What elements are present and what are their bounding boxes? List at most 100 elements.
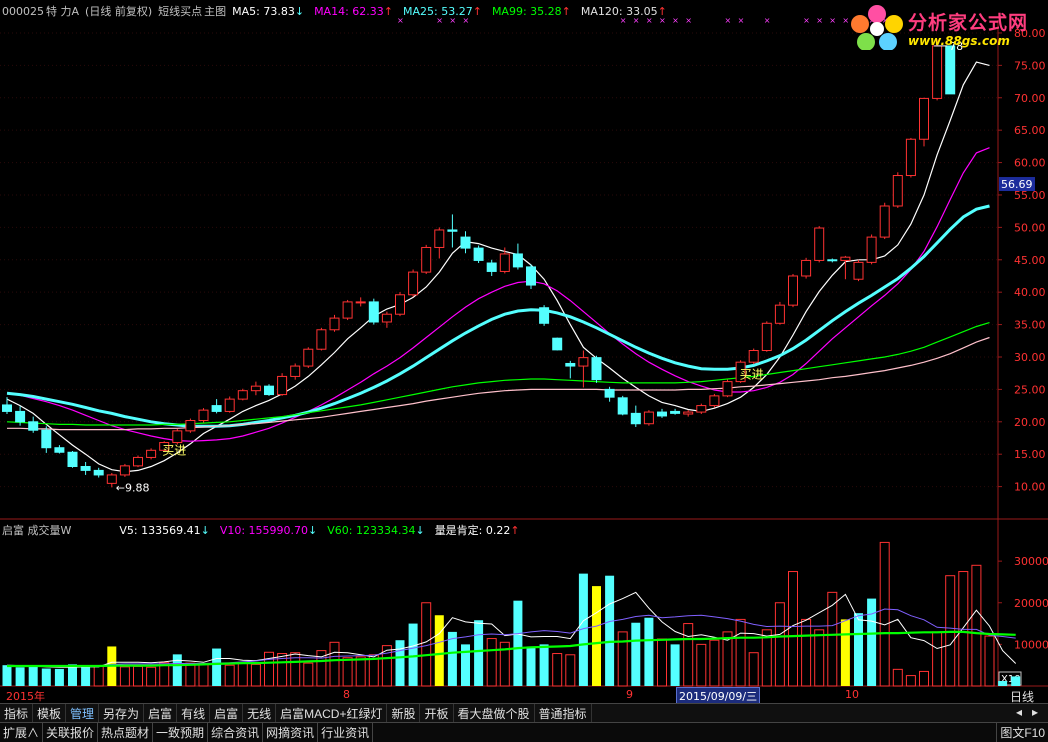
volume-bar <box>342 657 353 687</box>
volume-bar <box>41 668 51 686</box>
info-tab[interactable]: 综合资讯 <box>208 723 264 742</box>
price-tick-label: 30.00 <box>1014 351 1046 364</box>
info-tab[interactable]: 热点题材 <box>98 723 154 742</box>
volume-bar <box>552 653 563 687</box>
candle <box>264 384 274 396</box>
candle <box>866 234 877 265</box>
candle <box>80 461 91 475</box>
volume-bar <box>81 666 91 686</box>
volume-bar <box>892 668 903 687</box>
logo-title: 分析家公式网 <box>908 12 1029 34</box>
candle <box>919 97 929 147</box>
candle <box>473 245 484 264</box>
candle-body <box>172 430 183 444</box>
volume-bar <box>146 666 157 687</box>
info-tab[interactable]: 扩展∧ <box>0 723 44 742</box>
signal-marker: × <box>738 16 745 25</box>
volume-bar <box>250 663 261 687</box>
candle <box>41 426 52 453</box>
candle-body <box>657 411 667 417</box>
candle-body <box>919 97 929 140</box>
candle-body <box>460 236 471 249</box>
candle <box>657 408 667 418</box>
toolbar-item[interactable]: 指标 <box>0 704 34 723</box>
price-tick-label: 45.00 <box>1014 254 1046 267</box>
candle-body <box>814 227 825 261</box>
f10-button[interactable]: 图文F10 <box>996 723 1048 742</box>
toolbar-item[interactable]: 启富MACD+红绿灯 <box>276 704 388 723</box>
candle-body <box>67 451 78 468</box>
info-tab[interactable]: 网摘资讯 <box>263 723 319 742</box>
candle-body <box>879 205 890 238</box>
volume-bar <box>28 666 38 686</box>
info-tab[interactable]: 关联报价 <box>43 723 99 742</box>
signal-marker: × <box>672 16 679 25</box>
candle <box>93 467 104 478</box>
candle <box>316 327 327 351</box>
volume-bar <box>801 618 812 687</box>
toolbar-item[interactable]: 启富 <box>210 704 244 723</box>
candle-body <box>250 385 261 392</box>
info-tab[interactable]: 一致预期 <box>153 723 209 742</box>
price-tick-label: 10.00 <box>1014 481 1046 494</box>
toolbar-item[interactable]: 无线 <box>243 704 277 723</box>
volume-tick-label: 20000 <box>1014 597 1048 610</box>
price-tick-label: 25.00 <box>1014 383 1046 396</box>
price-tick-label: 15.00 <box>1014 448 1046 461</box>
stock-chart[interactable]: 80.0075.0070.0065.0060.0055.0050.0045.00… <box>0 0 1048 741</box>
candle-body <box>264 385 274 396</box>
candle <box>368 298 379 325</box>
candle-body <box>526 266 536 286</box>
toolbar-item[interactable]: 开板 <box>420 704 454 723</box>
volume-bar <box>303 662 314 687</box>
candle-body <box>421 246 432 273</box>
volume-bar <box>526 646 536 686</box>
stock-name: 特 力A <box>46 5 80 18</box>
candle-body <box>133 456 143 467</box>
candle <box>224 396 235 413</box>
toolbar-item[interactable]: 新股 <box>387 704 421 723</box>
volume-bar <box>827 591 838 687</box>
candle <box>237 388 248 401</box>
candle <box>460 231 471 254</box>
candle <box>408 269 419 297</box>
candle-body <box>329 317 340 331</box>
candle <box>683 410 694 417</box>
candle-body <box>342 301 353 319</box>
volume-signal-arrow: ↑ <box>510 524 520 537</box>
info-tab[interactable]: 行业资讯 <box>318 723 374 742</box>
toolbar-scroll-right-icon[interactable]: ▸ <box>1028 704 1042 720</box>
candle-body <box>237 390 248 400</box>
volume-bar <box>905 675 916 687</box>
candle <box>945 45 956 95</box>
toolbar-item[interactable]: 管理 <box>66 704 100 723</box>
candle-body <box>591 357 602 381</box>
candle <box>28 416 39 433</box>
volume-bar <box>774 602 785 687</box>
date-aug: 8 <box>343 688 350 701</box>
info-tabs: 扩展∧ 关联报价 热点题材 一致预期 综合资讯 网摘资讯 行业资讯 图文F10 <box>0 722 1048 742</box>
candle-body <box>670 410 681 414</box>
candle <box>447 214 458 248</box>
candle-body <box>578 357 589 367</box>
ma14-value: MA14: 62.33 <box>314 5 384 18</box>
candle-body <box>316 329 327 350</box>
v10-arrow: ↓ <box>308 524 318 537</box>
toolbar-item[interactable]: 另存为 <box>99 704 145 723</box>
toolbar-item[interactable]: 看大盘做个股 <box>454 704 535 723</box>
toolbar-item[interactable]: 模板 <box>33 704 67 723</box>
candle-body <box>683 411 694 415</box>
toolbar-scroll-left-icon[interactable]: ◂ <box>1012 704 1026 720</box>
candle-body <box>224 398 235 412</box>
candle-body <box>801 259 812 277</box>
toolbar-item[interactable]: 启富 <box>144 704 178 723</box>
candle <box>395 292 405 317</box>
candle-body <box>827 259 838 262</box>
candle <box>54 445 65 454</box>
ma120-arrow: ↑ <box>657 5 667 18</box>
candle <box>892 172 903 208</box>
toolbar-item[interactable]: 有线 <box>177 704 211 723</box>
volume-bar <box>93 665 104 687</box>
candle <box>604 386 615 402</box>
toolbar-item[interactable]: 普通指标 <box>535 704 592 723</box>
